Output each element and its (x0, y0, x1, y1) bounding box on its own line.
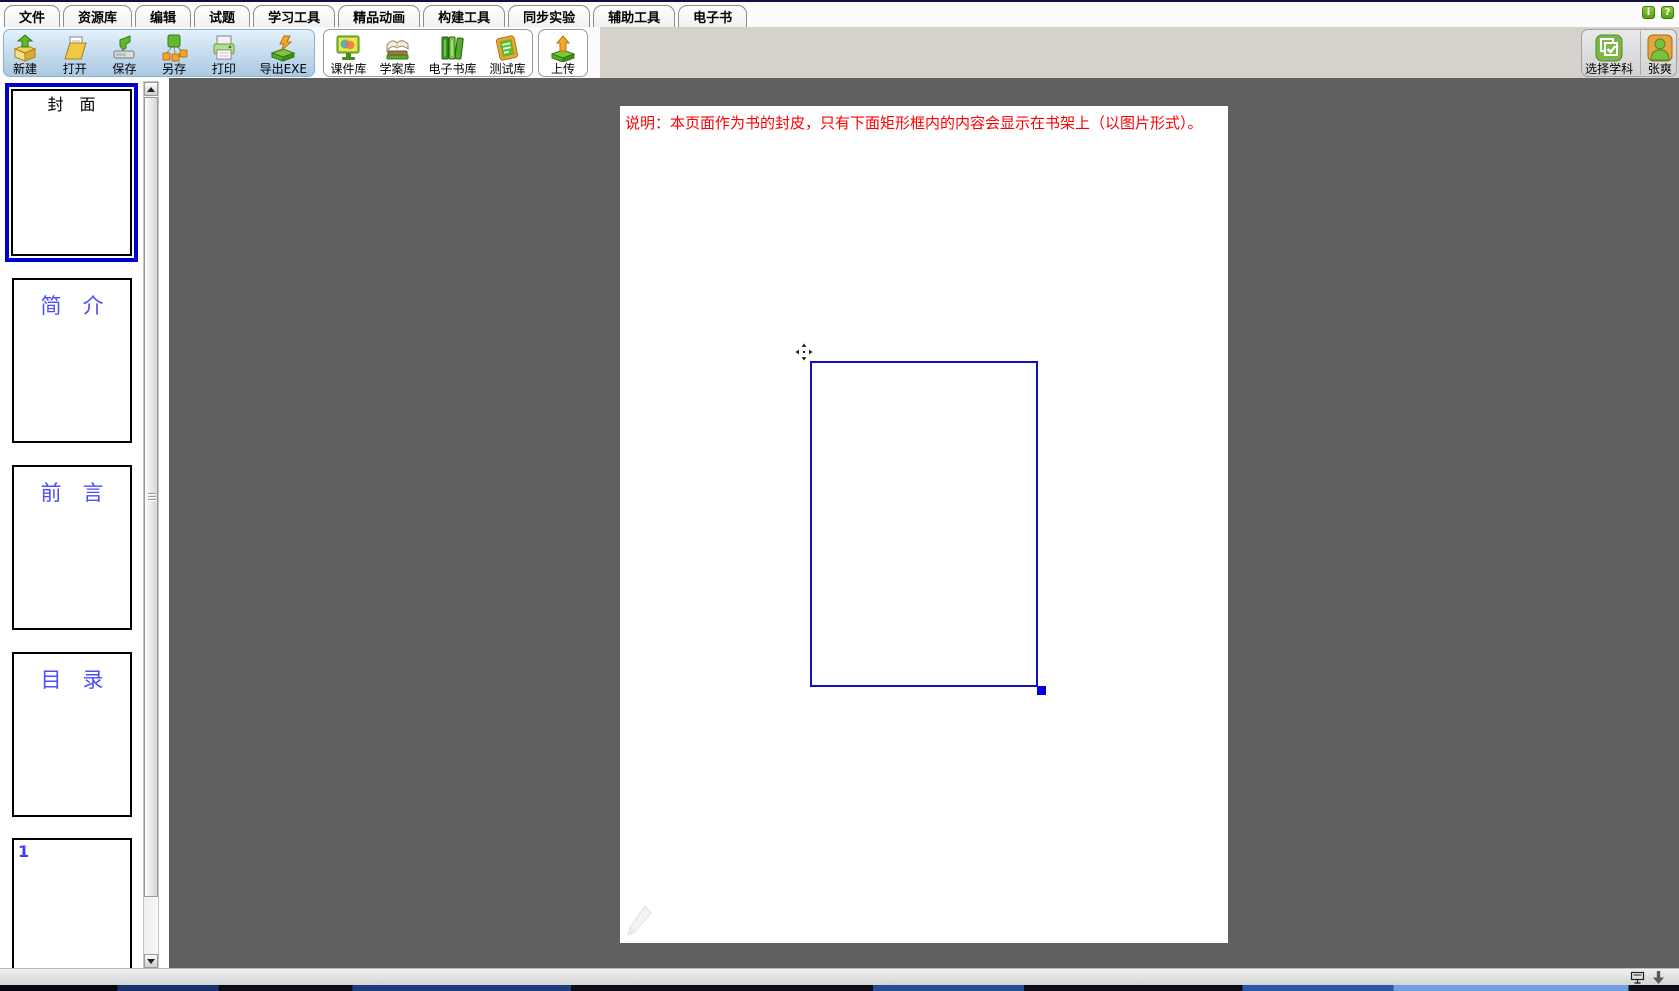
button-label: 课件库 (330, 62, 366, 76)
select-subject-icon (1595, 34, 1623, 62)
toolbar-group-upload: 上传 (538, 29, 588, 77)
page-thumbnail-sidebar: 封 面 简 介 前 言 目 录 1 (0, 78, 169, 968)
info-icon[interactable]: i (1642, 6, 1655, 19)
toolbar: 新建 打开 保存 (0, 27, 1679, 78)
scroll-up-button[interactable] (144, 82, 158, 96)
tab-premium-animation[interactable]: 精品动画 (338, 5, 420, 27)
content-area: 封 面 简 介 前 言 目 录 1 (0, 78, 1679, 968)
move-cursor-icon (795, 343, 813, 365)
button-label: 电子书库 (428, 62, 476, 76)
tab-edit[interactable]: 编辑 (135, 5, 191, 27)
tab-auxiliary-tools[interactable]: 辅助工具 (593, 5, 675, 27)
thumbnail-label: 前 言 (14, 477, 130, 507)
page-thumbnail-cover-inner: 封 面 (11, 89, 132, 256)
help-icon[interactable]: ? (1661, 6, 1674, 19)
button-label: 张爽 (1648, 62, 1672, 76)
tab-build-tools[interactable]: 构建工具 (423, 5, 505, 27)
button-label: 学案库 (379, 62, 415, 76)
status-bar (0, 968, 1679, 985)
page-thumbnail-preface[interactable]: 前 言 (12, 465, 132, 630)
export-exe-button[interactable]: 导出EXE (260, 30, 307, 76)
print-button[interactable]: 打印 (210, 30, 238, 76)
user-avatar-icon (1647, 34, 1673, 62)
save-as-button[interactable]: 另存 (160, 30, 188, 76)
toolbar-vertical-separator (1640, 31, 1641, 75)
toolbar-group-account: 选择学科 张爽 (1581, 29, 1677, 77)
thumbnail-label: 目 录 (14, 664, 130, 694)
print-icon (210, 34, 238, 62)
pencil-watermark-icon (626, 904, 652, 940)
button-label: 打开 (63, 62, 87, 76)
toolbar-group-file-operations: 新建 打开 保存 (3, 29, 315, 77)
scroll-down-button[interactable] (144, 954, 158, 968)
save-button[interactable]: 保存 (110, 30, 138, 76)
button-label: 选择学科 (1585, 62, 1633, 76)
cover-note-text: 说明：本页面作为书的封皮，只有下面矩形框内的内容会显示在书架上（以图片形式）。 (625, 112, 1203, 133)
sidebar-scrollbar[interactable] (143, 81, 159, 968)
triangle-up-icon (147, 87, 155, 92)
toolbar-group-libraries: 课件库 学案库 电子书库 (323, 29, 533, 77)
tab-questions[interactable]: 试题 (194, 5, 250, 27)
button-label: 导出EXE (260, 62, 307, 76)
upload-icon (549, 34, 577, 62)
thumbnail-label: 简 介 (14, 290, 130, 320)
user-button[interactable]: 张爽 (1647, 30, 1673, 76)
tab-ebook[interactable]: 电子书 (678, 5, 747, 27)
tab-learning-tools[interactable]: 学习工具 (253, 5, 335, 27)
select-subject-button[interactable]: 选择学科 (1585, 30, 1633, 76)
ebook-library-button[interactable]: 电子书库 (428, 30, 476, 76)
save-as-icon (160, 34, 188, 62)
button-label: 上传 (551, 62, 575, 76)
button-label: 新建 (13, 62, 37, 76)
resize-handle[interactable] (1037, 686, 1046, 695)
tab-resource-library[interactable]: 资源库 (63, 5, 132, 27)
page-thumbnail-cover[interactable]: 封 面 (5, 83, 138, 262)
new-button[interactable]: 新建 (11, 30, 39, 76)
page-thumbnail-toc[interactable]: 目 录 (12, 652, 132, 817)
scrollbar-grip-icon (148, 493, 156, 501)
study-case-library-button[interactable]: 学案库 (379, 30, 415, 76)
window-corner-icons: i ? (1642, 6, 1674, 19)
tab-sync-experiment[interactable]: 同步实验 (508, 5, 590, 27)
thumbnail-label: 封 面 (13, 91, 130, 115)
button-label: 打印 (212, 62, 236, 76)
test-library-icon (493, 34, 521, 62)
study-case-library-icon (383, 34, 411, 62)
ebook-library-icon (438, 34, 466, 62)
open-button[interactable]: 打开 (61, 30, 89, 76)
page-thumbnail-intro[interactable]: 简 介 (12, 278, 132, 443)
button-label: 测试库 (489, 62, 525, 76)
scrollbar-thumb[interactable] (144, 97, 158, 897)
application-window: 文件 资源库 编辑 试题 学习工具 精品动画 构建工具 同步实验 辅助工具 电子… (0, 0, 1679, 991)
document-page[interactable]: 说明：本页面作为书的封皮，只有下面矩形框内的内容会显示在书架上（以图片形式）。 (620, 106, 1228, 943)
triangle-down-icon (147, 959, 155, 964)
tab-file[interactable]: 文件 (4, 5, 60, 27)
upload-button[interactable]: 上传 (549, 30, 577, 76)
editor-canvas[interactable]: 说明：本页面作为书的封皮，只有下面矩形框内的内容会显示在书架上（以图片形式）。 (169, 78, 1679, 968)
test-library-button[interactable]: 测试库 (489, 30, 525, 76)
new-file-icon (11, 34, 39, 62)
page-thumbnail-1[interactable]: 1 (12, 838, 132, 968)
menu-tab-bar: 文件 资源库 编辑 试题 学习工具 精品动画 构建工具 同步实验 辅助工具 电子… (0, 2, 1679, 27)
courseware-library-icon (334, 34, 362, 62)
courseware-library-button[interactable]: 课件库 (330, 30, 366, 76)
button-label: 另存 (162, 62, 186, 76)
thumbnail-label: 1 (18, 842, 29, 861)
export-exe-icon (269, 34, 297, 62)
open-file-icon (61, 34, 89, 62)
button-label: 保存 (112, 62, 136, 76)
os-taskbar-sliver (0, 985, 1679, 991)
save-icon (110, 34, 138, 62)
cover-export-region-rect[interactable] (810, 361, 1038, 687)
